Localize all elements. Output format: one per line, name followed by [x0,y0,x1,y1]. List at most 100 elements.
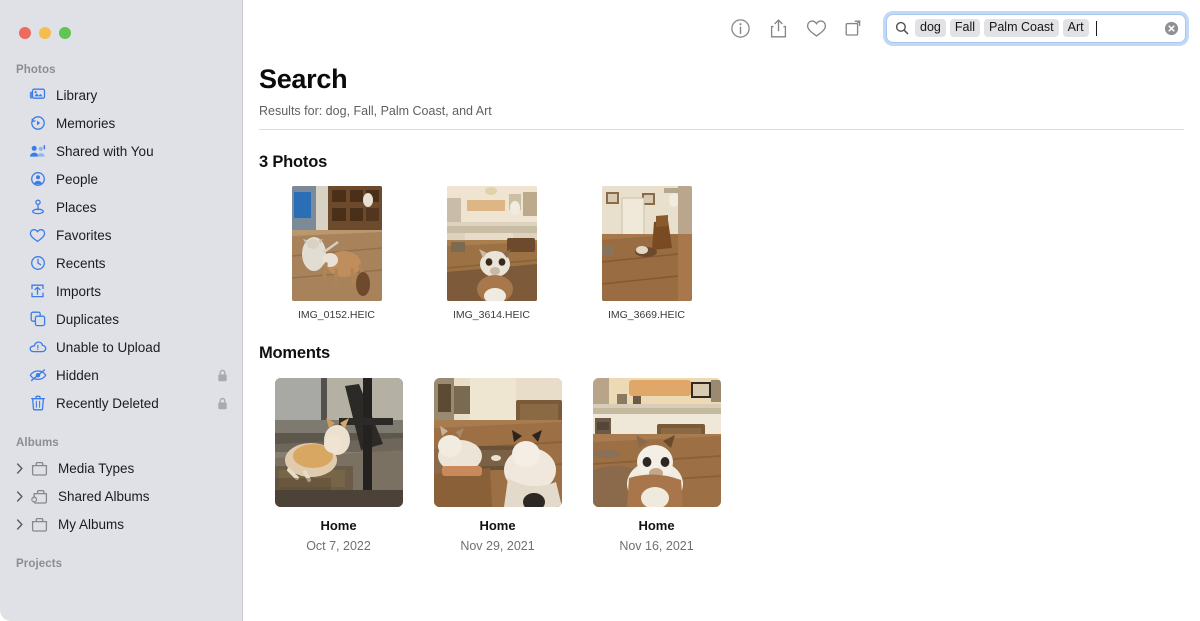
share-icon[interactable] [759,13,797,43]
sidebar-item-label: Memories [56,116,115,131]
photos-window: Photos Library Memories Shared with You … [0,0,1200,621]
cloud-warning-icon [28,338,47,356]
search-tokens: dog Fall Palm Coast Art [915,19,1164,37]
sidebar-item-label: Hidden [56,368,99,383]
heart-icon[interactable] [797,13,835,43]
chevron-right-icon[interactable] [14,490,26,502]
photos-grid: IMG_0152.HEIC [259,186,1184,321]
photo-filename: IMG_3669.HEIC [608,309,685,321]
sidebar-item-places[interactable]: Places [0,193,242,221]
results-summary: Results for: dog, Fall, Palm Coast, and … [259,104,1184,118]
photo-filename: IMG_3614.HEIC [453,309,530,321]
sidebar-item-shared-albums[interactable]: Shared Albums [0,482,242,510]
search-token[interactable]: Art [1063,19,1089,37]
info-icon[interactable] [721,13,759,43]
clear-icon[interactable] [1164,21,1179,36]
main-content: dog Fall Palm Coast Art Search Results f… [243,0,1200,621]
sidebar-item-label: Library [56,88,97,103]
search-token[interactable]: Fall [950,19,980,37]
sidebar-item-imports[interactable]: Imports [0,277,242,305]
moment-date: Nov 29, 2021 [460,539,534,553]
photo-thumbnail[interactable] [602,186,692,301]
rotate-icon[interactable] [835,13,873,43]
minimize-button[interactable] [39,27,51,39]
window-controls [0,0,242,46]
photo-item[interactable]: IMG_0152.HEIC [259,186,414,321]
search-token[interactable]: Palm Coast [984,19,1059,37]
sidebar-item-people[interactable]: People [0,165,242,193]
chevron-right-icon[interactable] [14,518,26,530]
sidebar-item-label: Imports [56,284,101,299]
sidebar-section-albums-label: Albums [0,437,242,454]
people-icon [28,170,47,188]
sidebar-item-label: Recently Deleted [56,396,159,411]
photo-thumbnail[interactable] [292,186,382,301]
search-icon [894,21,909,36]
sidebar-section-photos-label: Photos [0,64,242,81]
moment-thumbnail[interactable] [434,378,562,507]
places-icon [28,198,47,216]
moment-item[interactable]: Home Oct 7, 2022 [259,378,418,553]
eye-slash-icon [28,366,47,384]
text-cursor [1096,21,1097,36]
moment-item[interactable]: Home Nov 16, 2021 [577,378,736,553]
moment-date: Nov 16, 2021 [619,539,693,553]
library-icon [28,86,47,104]
sidebar-item-label: Places [56,200,97,215]
toolbar: dog Fall Palm Coast Art [243,0,1200,56]
moment-thumbnail[interactable] [275,378,403,507]
moments-section-heading: Moments [259,344,1184,363]
sidebar-item-recents[interactable]: Recents [0,249,242,277]
sidebar-item-label: Favorites [56,228,112,243]
sidebar-item-label: Shared Albums [58,489,150,504]
photo-item[interactable]: IMG_3614.HEIC [414,186,569,321]
moment-title: Home [638,518,674,533]
header-divider [259,129,1184,130]
search-field[interactable]: dog Fall Palm Coast Art [886,14,1186,43]
lock-icon [217,397,228,410]
sidebar-item-label: Media Types [58,461,134,476]
sidebar-item-label: Recents [56,256,106,271]
sidebar-item-label: Shared with You [56,144,154,159]
photo-filename: IMG_0152.HEIC [298,309,375,321]
sidebar-item-favorites[interactable]: Favorites [0,221,242,249]
folder-icon [30,515,49,533]
photos-section-heading: 3 Photos [259,153,1184,172]
moment-thumbnail[interactable] [593,378,721,507]
moments-grid: Home Oct 7, 2022 [259,378,1184,553]
sidebar-item-label: People [56,172,98,187]
sidebar-item-shared-with-you[interactable]: Shared with You [0,137,242,165]
photo-item[interactable]: IMG_3669.HEIC [569,186,724,321]
folder-icon [30,459,49,477]
sidebar-item-recently-deleted[interactable]: Recently Deleted [0,389,242,417]
sidebar-item-media-types[interactable]: Media Types [0,454,242,482]
moment-title: Home [479,518,515,533]
sidebar-item-my-albums[interactable]: My Albums [0,510,242,538]
shared-with-you-icon [28,142,47,160]
sidebar-item-label: My Albums [58,517,124,532]
moment-item[interactable]: Home Nov 29, 2021 [418,378,577,553]
sidebar-item-memories[interactable]: Memories [0,109,242,137]
moment-date: Oct 7, 2022 [306,539,371,553]
lock-icon [217,369,228,382]
sidebar-item-hidden[interactable]: Hidden [0,361,242,389]
sidebar-item-duplicates[interactable]: Duplicates [0,305,242,333]
photo-thumbnail[interactable] [447,186,537,301]
folder-shared-icon [30,487,49,505]
zoom-button[interactable] [59,27,71,39]
sidebar-item-library[interactable]: Library [0,81,242,109]
sidebar-item-label: Unable to Upload [56,340,160,355]
search-results-pane: Search Results for: dog, Fall, Palm Coas… [243,64,1200,553]
close-button[interactable] [19,27,31,39]
search-token[interactable]: dog [915,19,946,37]
page-title: Search [259,64,1184,95]
sidebar-item-unable-to-upload[interactable]: Unable to Upload [0,333,242,361]
trash-icon [28,394,47,412]
duplicates-icon [28,310,47,328]
heart-icon [28,226,47,244]
sidebar-section-projects-label: Projects [0,558,242,575]
imports-icon [28,282,47,300]
sidebar: Photos Library Memories Shared with You … [0,0,243,621]
sidebar-item-label: Duplicates [56,312,119,327]
chevron-right-icon[interactable] [14,462,26,474]
